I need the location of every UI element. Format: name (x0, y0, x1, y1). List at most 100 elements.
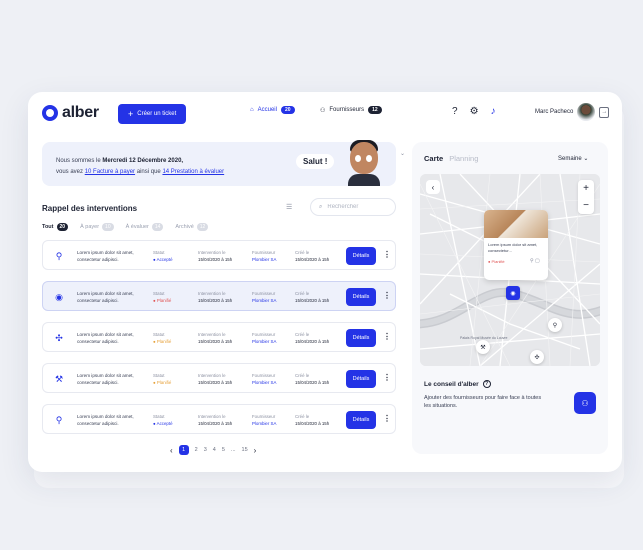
col-label: Intervention le (198, 291, 226, 296)
banner-text: Nous sommes le Mercredi 12 Décembre 2020… (56, 156, 224, 178)
nav-suppliers-label: Fournisseurs (329, 107, 365, 113)
nav-suppliers[interactable]: ⚇ Fournisseurs 12 (320, 106, 382, 114)
table-row[interactable]: ⚲ Lorem ipsum dolor sit amet, consectetur… (42, 404, 396, 434)
users-icon: ⚇ (320, 107, 326, 114)
chevron-down-icon[interactable]: ⌄ (400, 150, 405, 157)
popup-actions-icon[interactable]: ⚲ ▢ (530, 258, 540, 264)
faucet-icon: ⚲ (55, 414, 63, 425)
col-label: Intervention le (198, 414, 226, 419)
side-panel: Carte Planning Semaine ⌄ ‹ + − Lorem ips… (412, 142, 608, 454)
tab-map[interactable]: Carte (424, 154, 443, 163)
col-label: Créé le (295, 291, 310, 296)
tab-planning[interactable]: Planning (449, 154, 478, 163)
period-select[interactable]: Semaine ⌄ (558, 155, 588, 162)
table-row[interactable]: ◉ Lorem ipsum dolor sit amet, consectetur… (42, 281, 396, 311)
user-menu[interactable]: Marc Pacheco → (535, 103, 610, 121)
search-input[interactable] (327, 204, 384, 210)
table-row[interactable]: ✣ Lorem ipsum dolor sit amet, consectetur… (42, 322, 396, 352)
popup-photo (484, 210, 548, 238)
panel-tabs: Carte Planning (424, 154, 478, 163)
details-button[interactable]: Détails (346, 411, 376, 429)
col-label: Fournisseur (252, 414, 276, 419)
col-label: Intervention le (198, 332, 226, 337)
details-button[interactable]: Détails (346, 247, 376, 265)
nav-suppliers-count: 12 (368, 106, 382, 114)
date-value: 15/04/2020 à 15h (198, 298, 233, 303)
filter-all[interactable]: Tout 20 (42, 223, 69, 231)
more-options-icon[interactable]: ⋮ (383, 250, 391, 259)
map-pin-wrench-icon[interactable]: ⚒ (476, 340, 490, 354)
popup-status: ● Planifié (488, 259, 505, 264)
list-view-icon[interactable]: ☰ (286, 203, 292, 211)
logo[interactable]: alber (42, 104, 99, 122)
row-intervention-date: Intervention le 15/04/2020 à 15h (198, 331, 232, 345)
table-row[interactable]: ⚲ Lorem ipsum dolor sit amet, consectetur… (42, 240, 396, 270)
next-page-icon[interactable]: › (254, 446, 257, 455)
nav-home[interactable]: ⌂ Accueil 20 (250, 106, 295, 114)
col-label: Fournisseur (252, 250, 276, 255)
create-ticket-button[interactable]: + Créer un ticket (118, 104, 187, 124)
col-label: Fournisseur (252, 373, 276, 378)
pagination: ‹ 1 2 3 4 5 ... 15 › (170, 445, 256, 455)
map-pin-faucet-icon[interactable]: ⚲ (548, 318, 562, 332)
chevron-left-icon[interactable]: ‹ (426, 180, 440, 194)
add-supplier-button[interactable]: ⚇ (574, 392, 596, 414)
map-pin-fan-icon[interactable]: ✣ (530, 350, 544, 364)
row-supplier: Fournisseur Plombier SA (252, 331, 276, 345)
banner-line2-mid: ainsi que (136, 169, 161, 175)
filter-label: Archivé (175, 224, 194, 230)
filter-count: 20 (56, 223, 69, 231)
zoom-out-icon[interactable]: − (583, 200, 589, 211)
supplier-value[interactable]: Plombier SA (252, 380, 276, 385)
row-description: Lorem ipsum dolor sit amet, consectetur … (77, 291, 134, 303)
row-status: Statut ● Planifié (153, 332, 172, 344)
col-label: Statut (153, 414, 165, 419)
details-button[interactable]: Détails (346, 288, 376, 306)
col-label: Intervention le (198, 373, 226, 378)
create-ticket-label: Créer un ticket (137, 111, 177, 117)
services-link[interactable]: 14 Prestation à évaluer (162, 169, 224, 175)
map-popup[interactable]: Lorem ipsum dolor sit amet, consectetur.… (484, 210, 548, 280)
notification-bell-icon[interactable]: ♪ (491, 106, 496, 117)
more-options-icon[interactable]: ⋮ (383, 291, 391, 300)
supplier-value[interactable]: Plombier SA (252, 257, 276, 262)
supplier-value[interactable]: Plombier SA (252, 298, 276, 303)
page-link[interactable]: 15 (242, 447, 248, 453)
prev-page-icon[interactable]: ‹ (170, 446, 173, 455)
interventions-list: ⚲ Lorem ipsum dolor sit amet, consectetur… (42, 240, 396, 445)
filter-to-pay[interactable]: À payer 10 (80, 223, 114, 231)
date-value: 15/04/2020 à 15h (198, 339, 233, 344)
supplier-value[interactable]: Plombier SA (252, 339, 276, 344)
tip-text: Ajouter des fournisseurs pour faire face… (424, 395, 542, 409)
created-value: 15/04/2020 à 15h (295, 339, 330, 344)
filter-archived[interactable]: Archivé 12 (175, 223, 209, 231)
details-button[interactable]: Détails (346, 329, 376, 347)
details-button[interactable]: Détails (346, 370, 376, 388)
more-options-icon[interactable]: ⋮ (383, 414, 391, 423)
filter-to-evaluate[interactable]: À évaluer 14 (126, 223, 164, 231)
search-box[interactable]: ⌕ (310, 198, 396, 216)
created-value: 15/04/2020 à 15h (295, 421, 330, 426)
row-supplier: Fournisseur Plombier SA (252, 413, 276, 427)
page-link[interactable]: 4 (213, 447, 216, 453)
help-icon[interactable]: ? (452, 106, 458, 117)
info-icon[interactable]: ? (482, 380, 491, 388)
page-current[interactable]: 1 (178, 445, 189, 455)
logout-icon[interactable]: → (599, 106, 610, 118)
top-bar: alber + Créer un ticket ⌂ Accueil 20 ⚇ F… (28, 92, 622, 136)
zoom-in-icon[interactable]: + (583, 183, 589, 194)
more-options-icon[interactable]: ⋮ (383, 373, 391, 382)
supplier-value[interactable]: Plombier SA (252, 421, 276, 426)
settings-gear-icon[interactable]: ⚙ (470, 106, 479, 117)
page-link[interactable]: 3 (204, 447, 207, 453)
col-label: Intervention le (198, 250, 226, 255)
more-options-icon[interactable]: ⋮ (383, 332, 391, 341)
invoices-link[interactable]: 10 Facture à payer (85, 169, 135, 175)
row-status: Statut ● Planifié (153, 291, 172, 303)
page-link[interactable]: 5 (222, 447, 225, 453)
page-link[interactable]: 2 (195, 447, 198, 453)
map-pin-paint-icon[interactable]: ◉ (506, 286, 520, 300)
map[interactable]: ‹ + − Lorem ipsum dolor sit amet, consec… (420, 174, 600, 366)
logo-mark-icon (42, 105, 58, 121)
table-row[interactable]: ⚒ Lorem ipsum dolor sit amet, consectetur… (42, 363, 396, 393)
